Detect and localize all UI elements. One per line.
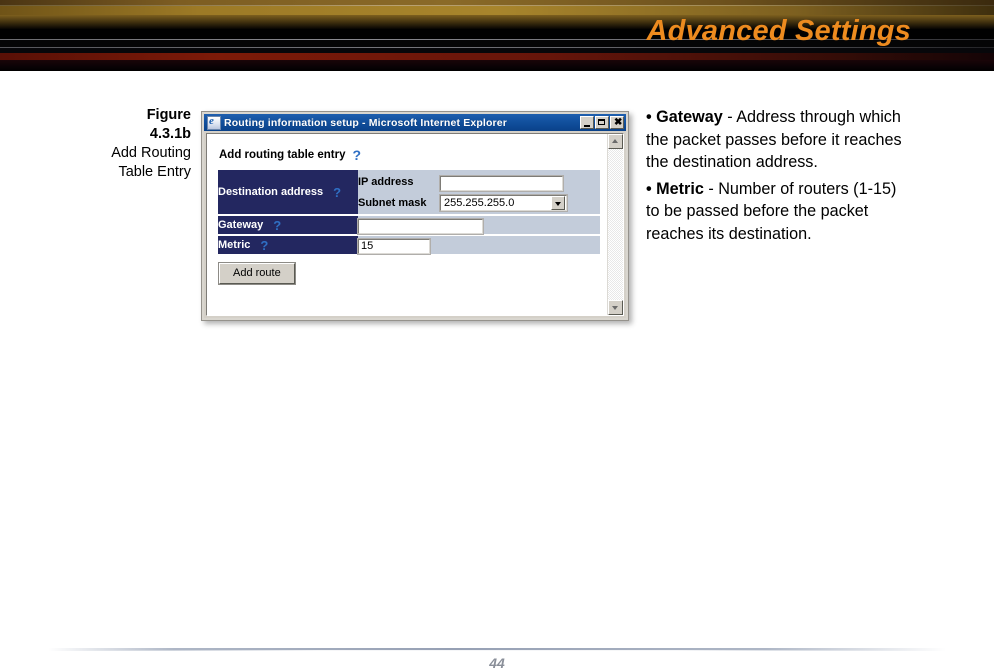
body-text-column: • Gateway - Address through which the pa… <box>646 106 910 249</box>
row-value-destination-address: IP address Subnet mask 255.255.255.0 <box>358 170 600 214</box>
scroll-down-icon[interactable] <box>608 300 623 315</box>
browser-client-area: Add routing table entry ? Destination ad… <box>206 133 624 316</box>
row-label-metric: Metric ? <box>218 236 358 254</box>
subnet-mask-select[interactable]: 255.255.255.0 <box>440 195 567 211</box>
footer-divider <box>48 648 946 651</box>
row-value-metric <box>358 236 600 254</box>
table-row-destination-address: Destination address ? IP address Subnet … <box>218 170 600 214</box>
row-label-gateway: Gateway ? <box>218 216 358 234</box>
row-value-gateway <box>358 216 600 234</box>
figure-caption: Figure 4.3.1b Add Routing Table Entry <box>60 106 191 182</box>
subnet-mask-selected-value: 255.255.255.0 <box>444 197 514 209</box>
bullet-gateway: • Gateway - Address through which the pa… <box>646 106 910 174</box>
bullet-term-metric: • Metric <box>646 180 704 198</box>
page-title: Advanced Settings <box>647 15 911 48</box>
minimize-button[interactable] <box>580 116 594 129</box>
figure-label-line2: 4.3.1b <box>60 125 191 144</box>
help-icon-destination-address[interactable]: ? <box>333 186 341 199</box>
window-controls: ✖ <box>580 116 624 129</box>
page-number: 44 <box>0 655 994 671</box>
add-route-button[interactable]: Add route <box>219 263 295 284</box>
figure-label-line1: Figure <box>60 106 191 125</box>
label-text-gateway: Gateway <box>218 219 263 231</box>
gateway-input[interactable] <box>358 219 483 234</box>
help-icon-gateway[interactable]: ? <box>273 219 281 232</box>
banner-band-gold-main <box>0 6 994 15</box>
metric-input[interactable] <box>358 239 430 254</box>
bullet-term-gateway: • Gateway <box>646 108 723 126</box>
help-icon-section[interactable]: ? <box>353 148 362 162</box>
form-actions: Add route <box>219 263 606 284</box>
table-row-metric: Metric ? <box>218 236 600 254</box>
maximize-button[interactable] <box>595 116 609 129</box>
table-row-gateway: Gateway ? <box>218 216 600 234</box>
browser-dialog-window: Routing information setup - Microsoft In… <box>201 111 629 321</box>
bullet-metric: • Metric - Number of routers (1-15) to b… <box>646 178 910 246</box>
page-header-banner: Advanced Settings <box>0 0 994 71</box>
web-page-content: Add routing table entry ? Destination ad… <box>207 134 606 315</box>
routing-entry-form: Destination address ? IP address Subnet … <box>218 168 600 256</box>
banner-band-black-bottom <box>0 60 994 71</box>
banner-band-red <box>0 53 994 60</box>
ip-address-input[interactable] <box>440 176 563 191</box>
figure-caption-line2: Table Entry <box>60 163 191 182</box>
field-label-ip-address: IP address <box>358 176 440 188</box>
label-text-metric: Metric <box>218 239 250 251</box>
figure-caption-line1: Add Routing <box>60 144 191 163</box>
vertical-scrollbar[interactable] <box>607 134 623 315</box>
row-label-destination-address: Destination address ? <box>218 170 358 214</box>
window-title-text: Routing information setup - Microsoft In… <box>224 117 580 129</box>
scroll-up-icon[interactable] <box>608 134 623 149</box>
field-label-subnet-mask: Subnet mask <box>358 197 440 209</box>
ie-document-icon <box>207 116 221 130</box>
section-heading-label: Add routing table entry <box>219 149 346 161</box>
window-titlebar[interactable]: Routing information setup - Microsoft In… <box>204 114 626 131</box>
label-text-destination-address: Destination address <box>218 186 323 198</box>
section-heading: Add routing table entry ? <box>219 148 606 162</box>
help-icon-metric[interactable]: ? <box>260 239 268 252</box>
close-button[interactable]: ✖ <box>610 116 624 129</box>
chevron-down-icon[interactable] <box>551 196 565 210</box>
